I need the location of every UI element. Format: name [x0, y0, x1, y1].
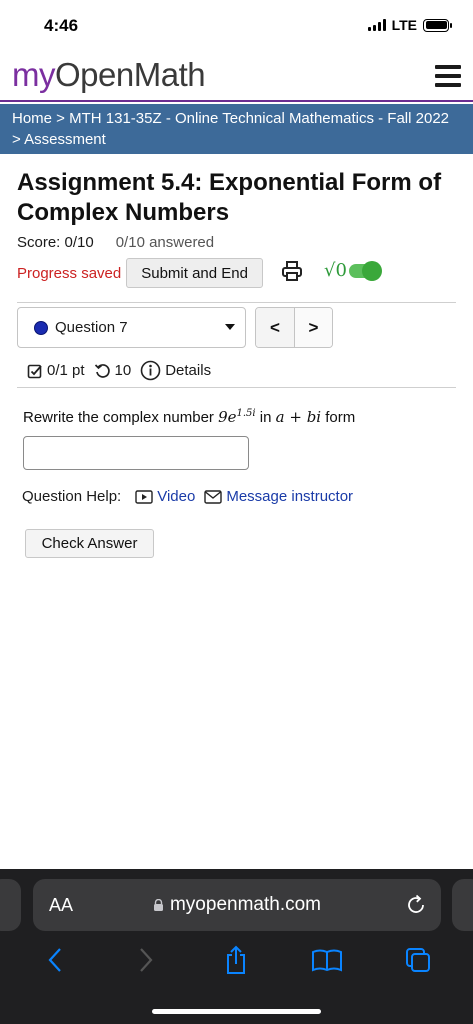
lock-icon [153, 899, 163, 911]
points-text: 0/1 pt [47, 362, 85, 379]
status-bar: 4:46 LTE [0, 0, 473, 52]
video-label: Video [157, 488, 196, 505]
breadcrumb: Home > MTH 131-35Z - Online Technical Ma… [0, 104, 473, 154]
question-select[interactable]: Question 7 [17, 307, 246, 348]
breadcrumb-home[interactable]: Home [12, 110, 52, 127]
browser-toolbar [0, 940, 473, 980]
app-header: myOpenMath [0, 52, 473, 102]
share-icon[interactable] [216, 940, 256, 980]
math-base: 9e [218, 408, 237, 426]
status-indicators: LTE [367, 17, 452, 33]
hamburger-icon[interactable] [435, 65, 461, 87]
next-tab-peek[interactable] [452, 879, 473, 931]
checkbox-icon [27, 364, 42, 378]
chevron-down-icon [225, 324, 235, 330]
question-status-dot-icon [34, 320, 48, 335]
details-label: Details [165, 362, 212, 379]
logo-my: my [12, 56, 56, 93]
attempts-info: 10 [94, 362, 132, 379]
divider [17, 302, 456, 303]
sqrt-icon: √0 [324, 260, 347, 281]
question-meta: 0/1 pt 10 Details [27, 360, 220, 381]
video-icon [135, 489, 153, 504]
logo-openmath: OpenMath [55, 56, 206, 93]
answer-input[interactable] [23, 436, 249, 470]
battery-icon [423, 18, 452, 32]
status-time: 4:46 [44, 16, 79, 35]
myopenmath-logo[interactable]: myOpenMath [12, 56, 206, 94]
target-form: a + bi [275, 408, 322, 426]
reload-icon[interactable] [405, 894, 427, 916]
breadcrumb-course[interactable]: MTH 131-35Z - Online Technical Mathemati… [69, 110, 449, 127]
attempts-text: 10 [114, 362, 132, 379]
toggle-switch[interactable] [348, 260, 382, 281]
home-indicator [152, 1009, 321, 1014]
info-icon [140, 360, 161, 381]
address-bar[interactable]: AA myopenmath.com [33, 879, 441, 931]
bookmarks-icon[interactable] [307, 940, 347, 980]
score-row: Score: 0/10 0/10 answered [17, 234, 214, 251]
question-mid: in [255, 409, 276, 426]
url-text: myopenmath.com [169, 894, 321, 915]
breadcrumb-current: Assessment [24, 131, 106, 148]
question-prompt: Rewrite the complex number 9e1.5i in a +… [23, 408, 355, 426]
question-prefix: Rewrite the complex number [23, 409, 219, 426]
answered-count: 0/10 answered [115, 234, 215, 251]
progress-row: Progress saved Submit and End [17, 258, 263, 288]
divider [17, 387, 456, 388]
video-link[interactable]: Video [135, 488, 195, 505]
question-select-value: Question 7 [55, 319, 128, 336]
signal-icon [367, 19, 386, 31]
mail-icon [204, 489, 223, 504]
forward-icon[interactable] [126, 940, 166, 980]
question-help: Question Help: Video Message instructor [22, 488, 362, 505]
message-instructor-link[interactable]: Message instructor [204, 488, 353, 505]
network-label: LTE [391, 17, 417, 33]
question-help-label: Question Help: [22, 488, 122, 505]
message-instructor-label: Message instructor [226, 488, 354, 505]
math-exponent: 1.5i [236, 408, 256, 419]
next-question-button[interactable]: > [294, 308, 332, 347]
complex-number: 9e1.5i [218, 408, 256, 426]
question-nav: < > [255, 307, 333, 348]
back-icon[interactable] [35, 940, 75, 980]
retry-icon [94, 363, 110, 378]
printer-icon[interactable] [281, 260, 303, 282]
progress-status: Progress saved [17, 264, 122, 282]
check-answer-button[interactable]: Check Answer [25, 529, 154, 558]
points-info: 0/1 pt [27, 362, 85, 379]
breadcrumb-separator: > [12, 131, 25, 148]
tabs-icon[interactable] [398, 940, 438, 980]
question-suffix: form [321, 409, 356, 426]
score-text: Score: 0/10 [17, 234, 94, 251]
url-text-wrap: myopenmath.com [33, 894, 441, 916]
details-button[interactable]: Details [140, 360, 211, 381]
prev-question-button[interactable]: < [256, 308, 294, 347]
mathquill-toggle[interactable]: √0 [324, 260, 382, 281]
page-title: Assignment 5.4: Exponential Form of Comp… [17, 169, 442, 226]
previous-tab-peek[interactable] [0, 879, 21, 931]
breadcrumb-separator: > [52, 110, 70, 127]
submit-and-end-button[interactable]: Submit and End [126, 258, 263, 288]
